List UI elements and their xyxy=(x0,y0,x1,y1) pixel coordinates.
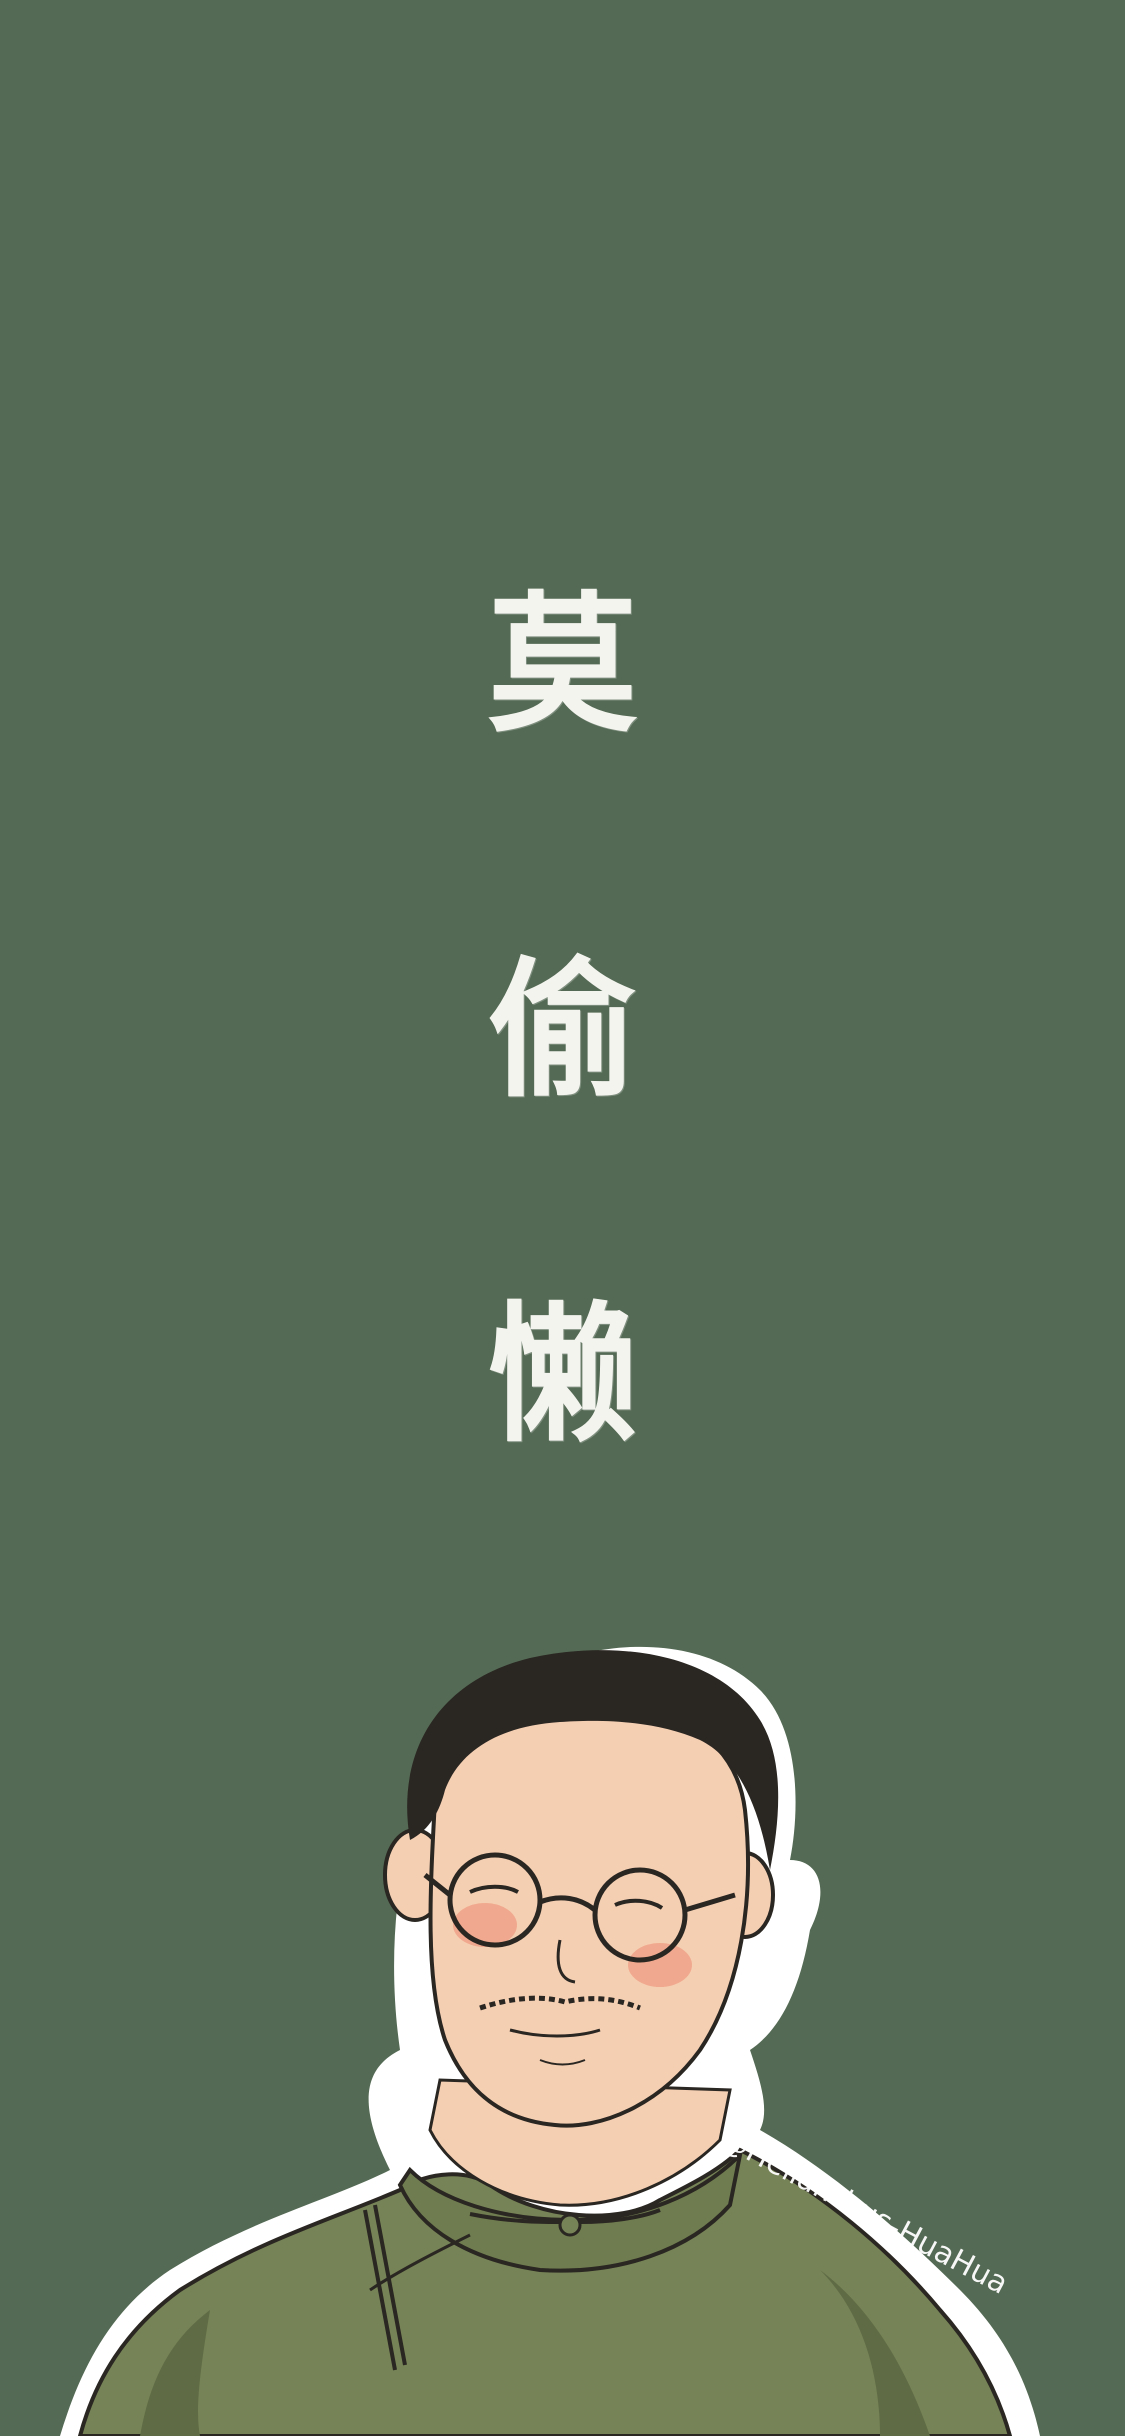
portrait-illustration xyxy=(60,1646,1040,2436)
wallpaper: 莫 偷 懒 @Helianthus-HuaHua xyxy=(0,0,1125,2436)
right-cheek xyxy=(628,1943,692,1987)
collar-button xyxy=(558,2213,582,2237)
motto-char-1: 莫 xyxy=(487,577,638,753)
motto-char-3: 懒 xyxy=(487,1287,638,1463)
left-cheek xyxy=(453,1903,517,1947)
motto-char-2: 偷 xyxy=(487,942,638,1118)
